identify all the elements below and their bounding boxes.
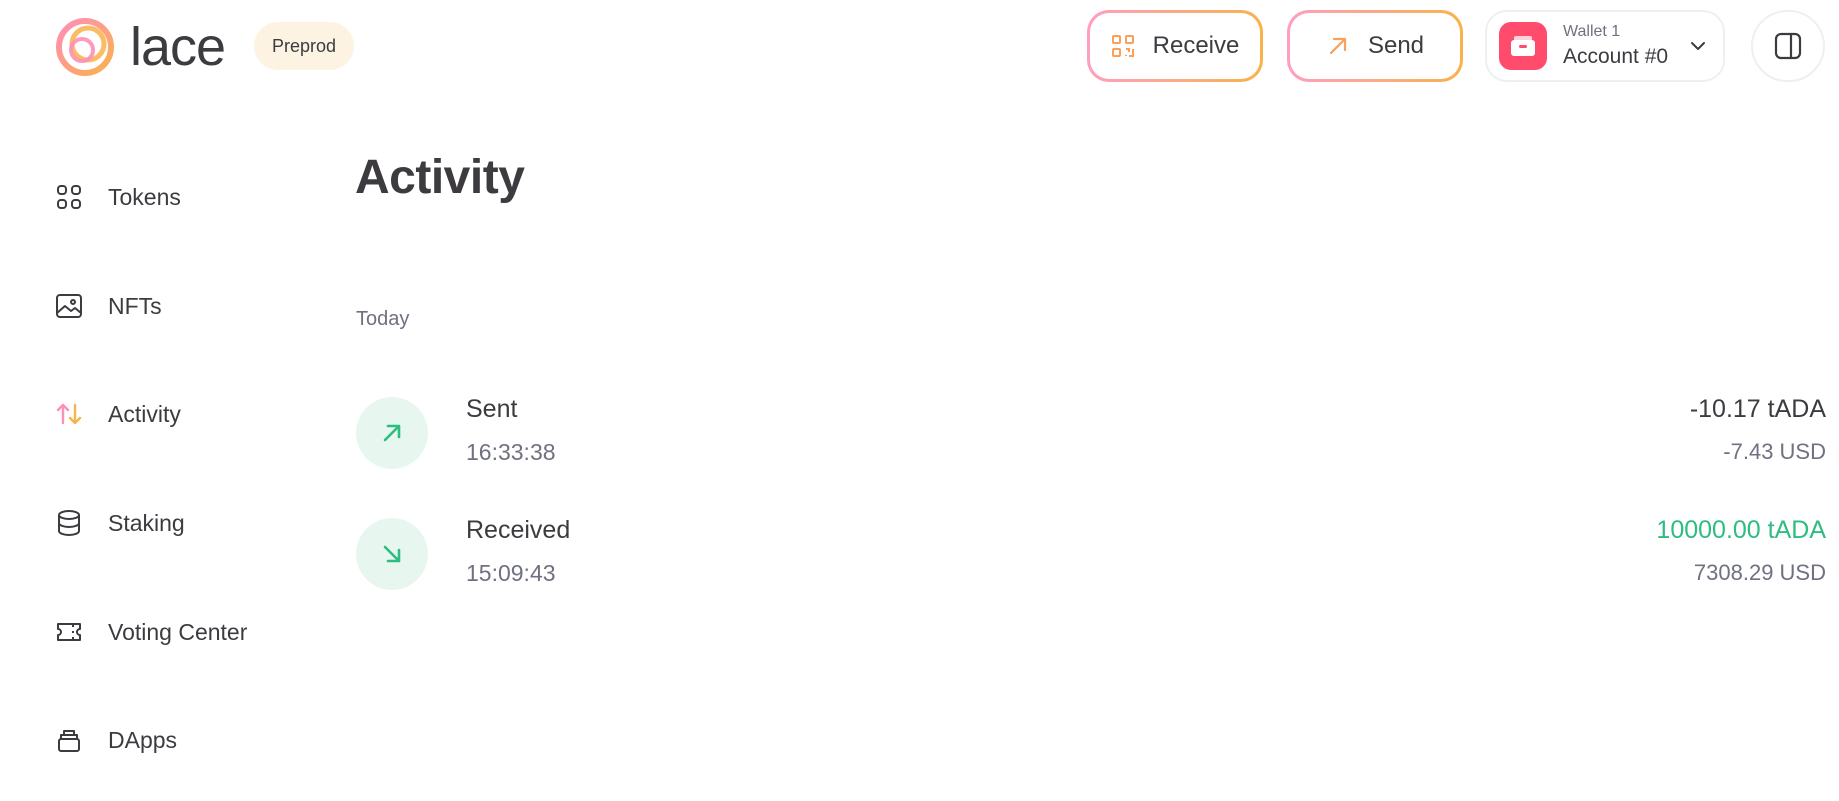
transaction-row[interactable]: Sent 16:33:38 -10.17 tADA -7.43 USD (356, 395, 1826, 475)
tx-amount: 10000.00 tADA (1656, 516, 1826, 544)
tx-type: Sent (466, 395, 518, 423)
tx-type: Received (466, 516, 571, 544)
sidebar-item-activity[interactable]: Activity (54, 394, 181, 434)
receive-button[interactable]: Receive (1087, 10, 1263, 82)
tx-time: 15:09:43 (466, 560, 556, 586)
grid-icon (54, 182, 84, 212)
sidebar-item-label: Activity (108, 400, 181, 427)
arrow-up-right-icon (383, 424, 401, 442)
sidebar-item-staking[interactable]: Staking (54, 503, 185, 543)
tx-usd-value: 7308.29 USD (1693, 560, 1826, 585)
tx-time: 16:33:38 (466, 439, 556, 465)
sidebar-item-nfts[interactable]: NFTs (54, 286, 162, 326)
receive-label: Receive (1152, 32, 1240, 59)
tx-usd-value: -7.43 USD (1723, 439, 1826, 464)
chevron-down-icon (1691, 42, 1705, 50)
wallet-icon (1511, 36, 1535, 56)
ticket-icon (54, 617, 84, 647)
wallet-name: Wallet 1 (1563, 23, 1621, 40)
send-button[interactable]: Send (1287, 10, 1463, 82)
wallet-avatar (1499, 22, 1547, 70)
sidebar-item-label: Voting Center (108, 618, 248, 645)
date-group-label: Today (356, 308, 410, 330)
sidebar-item-label: Staking (108, 509, 185, 536)
sidebar-item-tokens[interactable]: Tokens (54, 177, 181, 217)
toggle-side-panel-button[interactable] (1751, 10, 1825, 82)
sidebar-item-label: Tokens (108, 183, 181, 210)
network-badge: Preprod (254, 22, 355, 70)
arrows-up-down-icon (54, 399, 84, 429)
sidebar-item-label: DApps (108, 726, 178, 753)
sidebar-item-voting-center[interactable]: Voting Center (54, 612, 247, 652)
tx-amount: -10.17 tADA (1689, 395, 1826, 423)
arrow-up-right-icon (1329, 37, 1347, 55)
sidebar-item-dapps[interactable]: DApps (54, 720, 177, 760)
wallet-account: Account #0 (1563, 45, 1669, 68)
lace-logo[interactable]: lace (54, 16, 226, 78)
image-icon (54, 291, 84, 321)
database-icon (54, 508, 84, 538)
qr-code-icon (1111, 35, 1134, 57)
stack-icon (54, 725, 84, 755)
lace-logo-icon (56, 18, 114, 76)
sidebar-item-label: NFTs (108, 292, 162, 319)
wallet-selector[interactable]: Wallet 1 Account #0 (1485, 10, 1725, 82)
tx-direction-badge (356, 518, 428, 590)
transaction-row[interactable]: Received 15:09:43 10000.00 tADA 7308.29 … (356, 516, 1826, 596)
page-title: Activity (355, 151, 525, 204)
logo-text: lace (130, 17, 226, 77)
side-panel-icon (1774, 32, 1802, 60)
send-label: Send (1367, 32, 1425, 59)
arrow-down-right-icon (383, 545, 401, 563)
tx-direction-badge (356, 397, 428, 469)
